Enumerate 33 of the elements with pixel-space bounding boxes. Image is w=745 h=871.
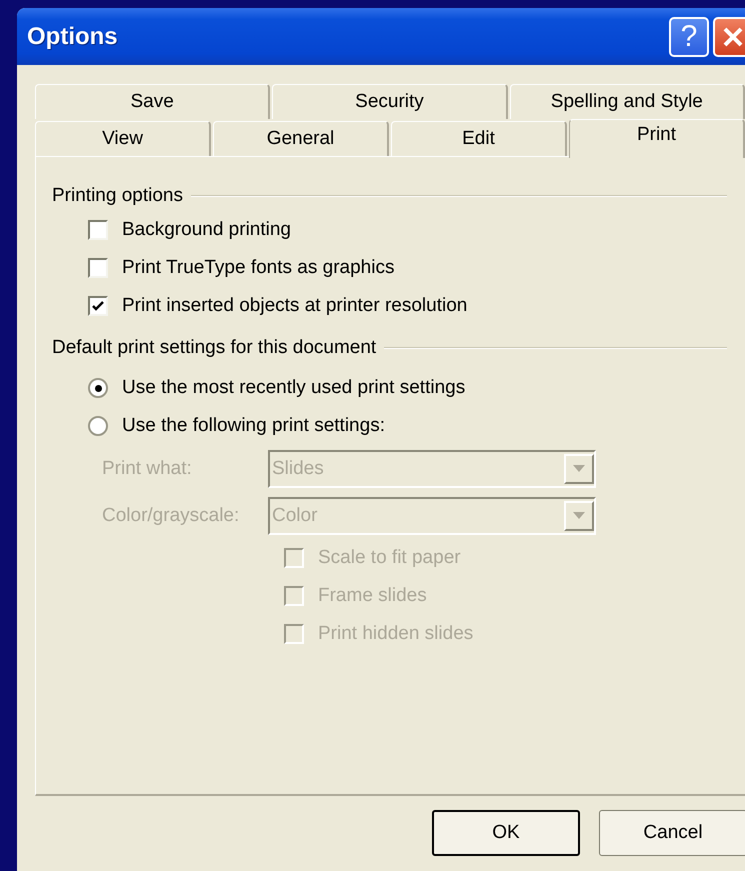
checkbox-label: Print hidden slides bbox=[318, 623, 474, 645]
tab[interactable]: Save bbox=[35, 84, 270, 119]
tab[interactable]: View bbox=[35, 121, 211, 156]
dialog-button[interactable]: OK bbox=[432, 810, 580, 856]
tab[interactable]: Edit bbox=[391, 121, 567, 156]
window-title: Options bbox=[27, 22, 119, 50]
checkbox-label: Print TrueType fonts as graphics bbox=[122, 257, 394, 279]
tab[interactable]: Print bbox=[569, 119, 745, 158]
radio-button[interactable] bbox=[88, 378, 108, 398]
dropdown-arrow-icon bbox=[573, 464, 585, 472]
checkmark-icon bbox=[92, 300, 104, 312]
radio-label: Use the most recently used print settings bbox=[122, 377, 466, 399]
checkbox-label: Frame slides bbox=[318, 585, 427, 607]
checkbox[interactable] bbox=[88, 258, 108, 278]
checkbox[interactable] bbox=[88, 220, 108, 240]
radio-label: Use the following print settings: bbox=[122, 415, 385, 437]
checkbox-label: Print inserted objects at printer resolution bbox=[122, 295, 468, 317]
tab[interactable]: General bbox=[213, 121, 389, 156]
field-label: Color/grayscale: bbox=[102, 504, 240, 526]
dialog-button[interactable]: Cancel bbox=[599, 810, 745, 856]
tab[interactable]: Security bbox=[272, 84, 508, 119]
group-title: Printing options bbox=[52, 185, 183, 207]
help-button[interactable]: ? bbox=[669, 16, 709, 56]
group-title: Default print settings for this document bbox=[52, 337, 376, 359]
tab[interactable]: Spelling and Style bbox=[510, 84, 745, 119]
dropdown-arrow-icon bbox=[573, 512, 585, 520]
close-button[interactable] bbox=[713, 16, 745, 56]
checkbox[interactable] bbox=[88, 296, 108, 316]
checkbox-label: Scale to fit paper bbox=[318, 547, 461, 569]
radio-button[interactable] bbox=[88, 416, 108, 436]
checkbox-label: Background printing bbox=[122, 219, 291, 241]
close-icon bbox=[721, 24, 745, 48]
field-label: Print what: bbox=[102, 458, 193, 480]
